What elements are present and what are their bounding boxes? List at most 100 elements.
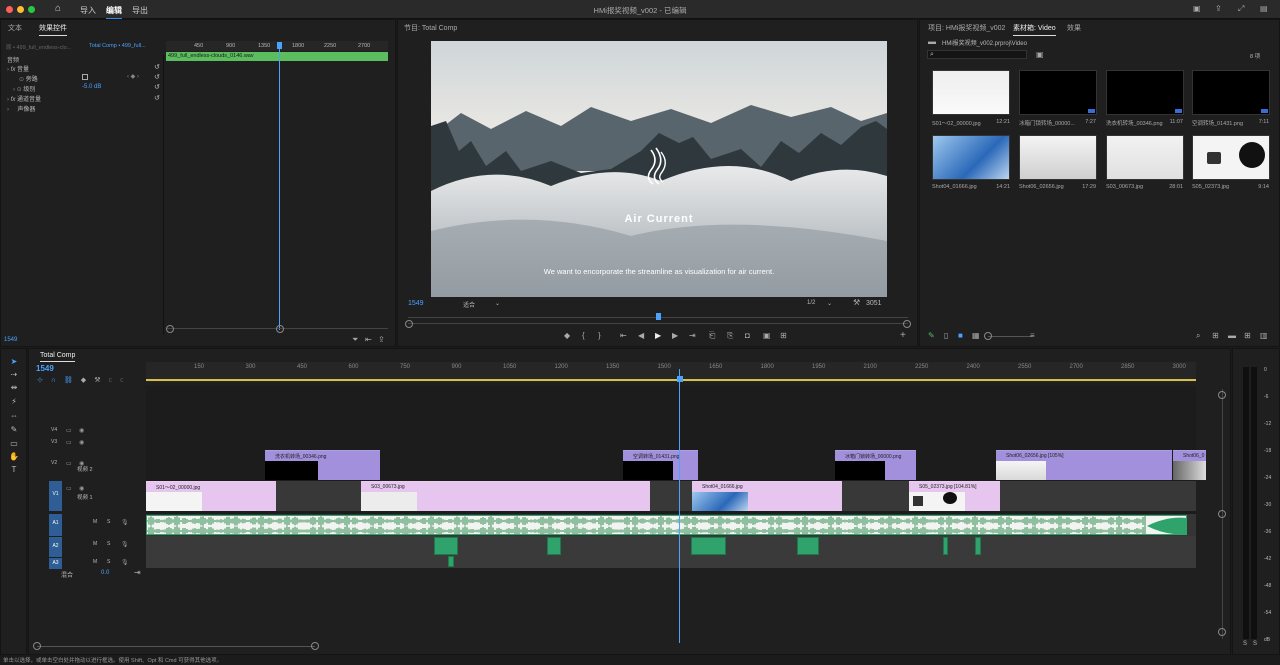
notifications-icon[interactable]: ▤ <box>1260 5 1268 13</box>
track-a3-label[interactable]: A3 <box>49 558 62 569</box>
toggle-output-icon[interactable]: ◉ <box>79 460 84 467</box>
a2-audio-clip[interactable] <box>434 537 458 555</box>
film-icon[interactable]: ▭ <box>66 439 72 446</box>
step-back-icon[interactable]: ◀ <box>638 332 644 340</box>
wrench-icon[interactable]: ⚒ <box>853 299 860 307</box>
timeline-ruler[interactable]: 150 300 450 600 750 900 1050 1200 1350 1500 1650 18… <box>146 362 1196 382</box>
zoom-window-button[interactable] <box>28 6 35 13</box>
close-window-button[interactable] <box>6 6 13 13</box>
film-icon[interactable]: ▭ <box>66 460 72 467</box>
reset-icon[interactable]: ↺ <box>154 63 160 71</box>
v1-clip[interactable]: S01～02_00000.jpg <box>146 481 276 511</box>
export-icon[interactable]: ⇪ <box>378 336 385 344</box>
track-a1-label[interactable]: A1 <box>49 514 62 536</box>
level-value[interactable]: -5.0 dB <box>82 84 101 90</box>
pencil-icon[interactable]: ✎ <box>928 332 935 340</box>
v2-clip[interactable]: Shot06_0 <box>1173 450 1206 480</box>
toggle-output-icon[interactable]: ◉ <box>79 427 84 434</box>
bin-item-thumbnail[interactable] <box>1106 70 1184 115</box>
source-clip-label[interactable]: 原 • 499_full_endless-clo... <box>6 43 71 51</box>
rectangle-tool-icon[interactable]: ▭ <box>8 439 20 449</box>
toggle-output-icon[interactable]: ◉ <box>79 439 84 446</box>
mark-in-icon[interactable]: { <box>582 332 585 340</box>
program-scrubber[interactable] <box>408 313 908 321</box>
bin-item-thumbnail[interactable] <box>932 70 1010 115</box>
a3-mute[interactable]: M <box>93 559 97 565</box>
bin-item-thumbnail[interactable] <box>1192 70 1270 115</box>
lock-icon[interactable]: ▯ <box>944 332 948 340</box>
a2-audio-clip[interactable] <box>797 537 819 555</box>
scroll-handle[interactable] <box>1218 510 1226 518</box>
scroll-handle-right[interactable] <box>903 320 911 328</box>
go-to-out-icon[interactable]: ⇥ <box>689 332 696 340</box>
marker-icon[interactable]: ◆ <box>564 332 570 340</box>
toggle-output-icon[interactable]: ◉ <box>79 485 84 492</box>
rewind-icon[interactable]: ⇤ <box>365 336 372 344</box>
track-v1-label[interactable]: V1 <box>49 481 62 511</box>
fit-dropdown[interactable]: 适合 ⌄ <box>463 300 501 309</box>
snap-icon[interactable]: ∩ <box>51 377 64 384</box>
microphone-icon[interactable]: 🎙 <box>121 541 129 548</box>
reset-icon[interactable]: ↺ <box>154 94 160 102</box>
scroll-handle[interactable] <box>1218 391 1226 399</box>
resolution-dropdown[interactable]: 1/2 ⌄ <box>807 300 837 307</box>
a2-mute[interactable]: M <box>93 541 97 547</box>
add-button-icon[interactable]: + <box>900 331 906 341</box>
scroll-handle-right[interactable] <box>276 325 284 333</box>
pen-tool-icon[interactable]: ✎ <box>8 425 20 435</box>
a2-audio-clip[interactable] <box>975 537 981 555</box>
v2-clip[interactable]: 洗衣机转场_00346.png <box>265 450 380 480</box>
slip-tool-icon[interactable]: ⇔ <box>8 411 20 421</box>
linked-icon[interactable]: ⛓ <box>64 377 81 384</box>
a2-audio-clip[interactable] <box>691 537 726 555</box>
track-v4-label[interactable]: V4 <box>51 427 57 433</box>
fullscreen-icon[interactable]: ⤢ <box>1238 5 1244 13</box>
v2-clip[interactable]: 空调转场_01431.png <box>623 450 698 480</box>
new-bin-icon[interactable]: ▬ <box>1228 332 1236 340</box>
automate-icon[interactable]: ⊞ <box>1212 332 1219 340</box>
tab-program[interactable]: 节目: Total Comp <box>404 23 457 33</box>
program-timecode[interactable]: 1549 <box>408 300 424 307</box>
share-icon[interactable]: ⇪ <box>1215 5 1222 13</box>
track-v3-label[interactable]: V3 <box>51 439 57 445</box>
film-icon[interactable]: ▭ <box>66 427 72 434</box>
program-zoom-bar[interactable] <box>405 320 911 329</box>
reset-icon[interactable]: ↺ <box>154 73 160 81</box>
bin-item-thumbnail[interactable] <box>1106 135 1184 180</box>
a3-audio-clip[interactable] <box>448 556 454 567</box>
menu-export[interactable]: 导出 <box>132 5 148 16</box>
menu-import[interactable]: 导入 <box>80 5 96 16</box>
minimize-window-button[interactable] <box>17 6 24 13</box>
a2-audio-clip[interactable] <box>943 537 948 555</box>
microphone-icon[interactable]: 🎙 <box>121 559 129 566</box>
track-select-tool-icon[interactable]: ⇢ <box>8 370 20 380</box>
v1-clip[interactable]: S05_02373.jpg [104.81%] <box>909 481 1000 511</box>
menu-edit[interactable]: 编辑 <box>106 5 122 20</box>
overwrite-icon[interactable]: ⎘ <box>727 332 733 340</box>
new-bin-icon[interactable]: ▣ <box>1036 51 1044 59</box>
tab-bin-video[interactable]: 素材箱: Video <box>1013 23 1056 36</box>
tab-effect-controls[interactable]: 效果控件 <box>39 23 67 36</box>
delete-icon[interactable]: ▥ <box>1260 332 1268 340</box>
ec-row-volume[interactable]: › fx 音量 <box>7 64 29 73</box>
ec-row-channel-volume[interactable]: › fx 通道音量 <box>7 94 41 103</box>
bypass-checkbox[interactable] <box>82 74 88 80</box>
tab-timeline[interactable]: Total Comp <box>40 352 76 362</box>
go-to-in-icon[interactable]: ⇤ <box>620 332 627 340</box>
selection-tool-icon[interactable]: ➤ <box>8 357 20 367</box>
tab-project[interactable]: 项目: HMi报奖视频_v002 <box>928 23 1005 33</box>
a1-mute[interactable]: M <box>93 519 97 525</box>
sequence-clip-label[interactable]: Total Comp • 499_full... <box>89 43 146 49</box>
solo-right[interactable]: S <box>1253 641 1257 647</box>
bin-item-thumbnail[interactable] <box>932 135 1010 180</box>
home-icon[interactable]: ⌂ <box>55 4 61 14</box>
solo-left[interactable]: S <box>1243 641 1247 647</box>
scroll-handle-left[interactable] <box>33 642 41 650</box>
step-forward-icon[interactable]: ▶ <box>672 332 678 340</box>
v1-clip[interactable]: Shot04_01666.jpg <box>692 481 842 511</box>
track-v2-label[interactable]: V2 <box>51 460 57 466</box>
mark-out-icon[interactable]: } <box>598 332 601 340</box>
bin-item-thumbnail[interactable] <box>1019 135 1097 180</box>
program-playhead[interactable] <box>656 313 661 320</box>
icon-view-icon[interactable]: ▦ <box>972 332 980 340</box>
